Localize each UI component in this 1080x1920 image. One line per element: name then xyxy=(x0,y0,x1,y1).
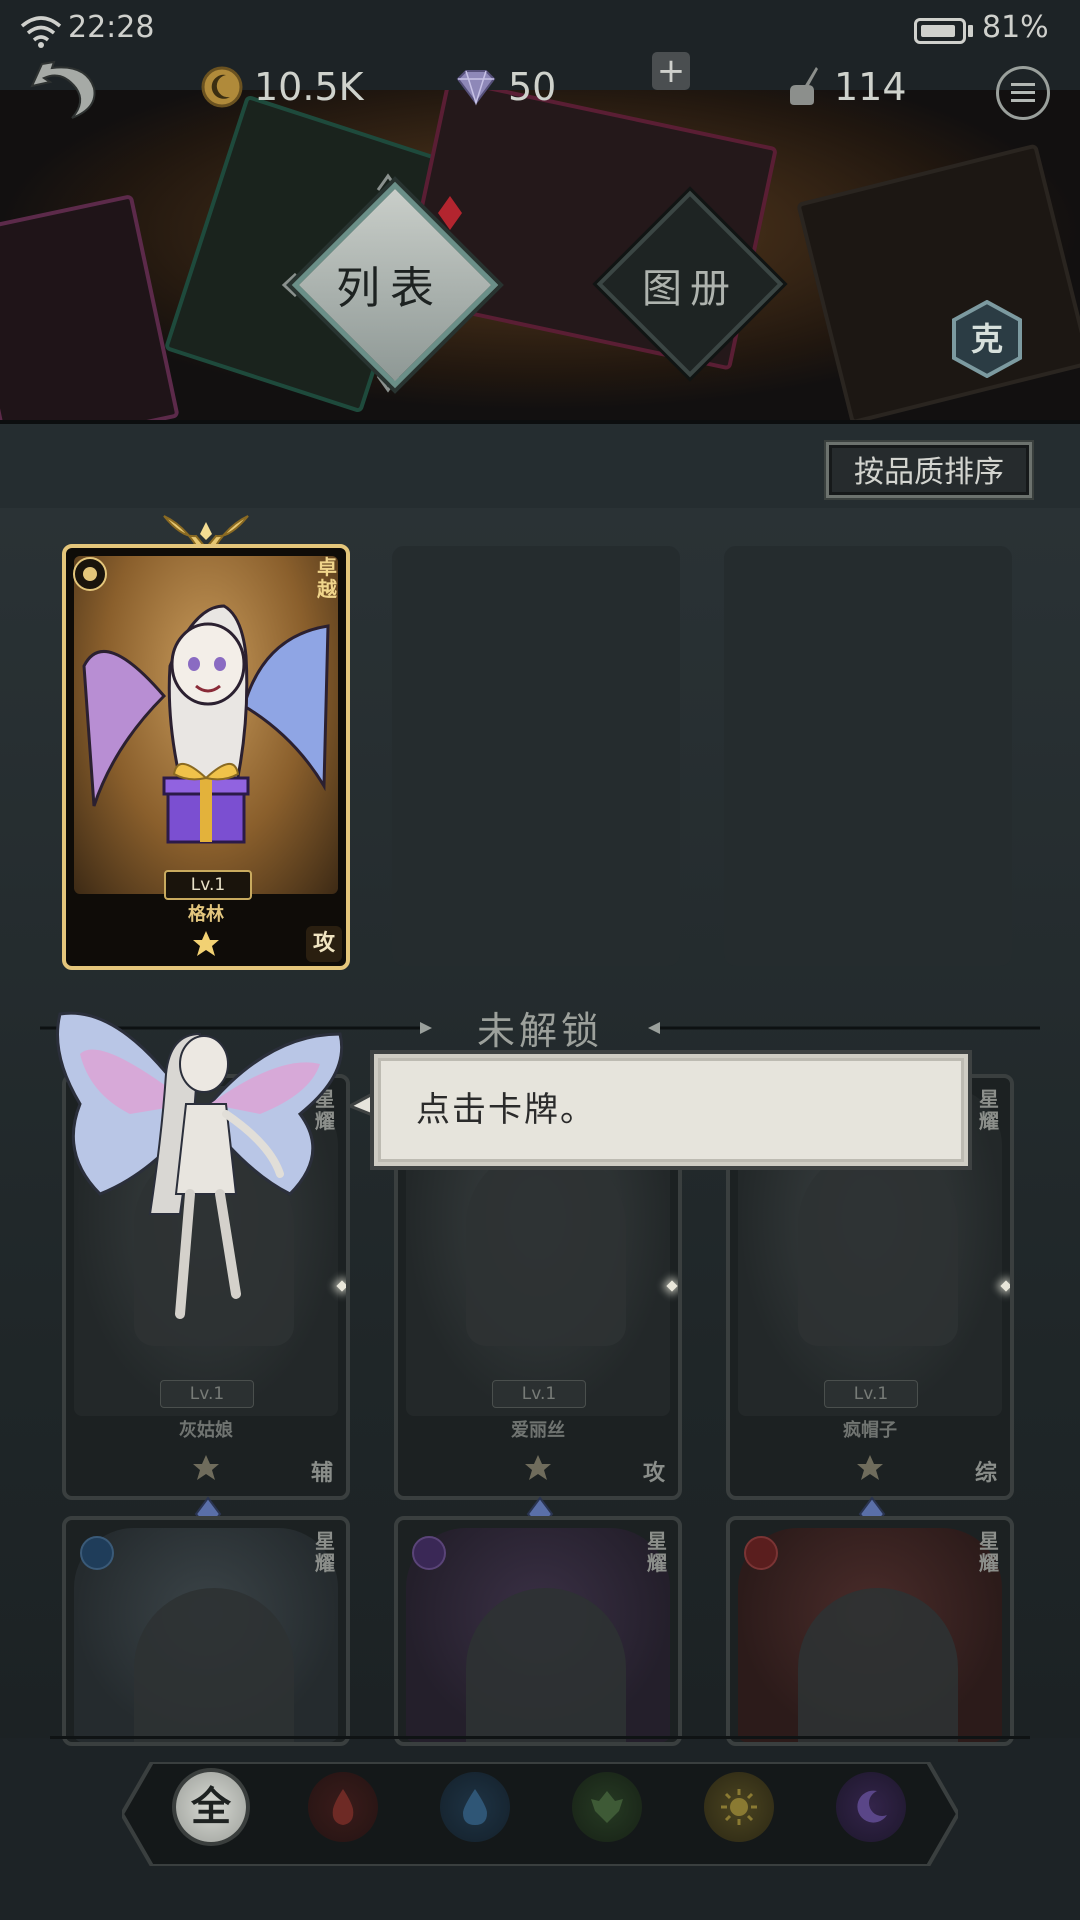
card-name: 疯帽子 xyxy=(843,1420,897,1441)
locked-card[interactable]: 星耀 xyxy=(726,1516,1014,1746)
rarity-badge: 星耀 xyxy=(979,1087,999,1133)
rarity-badge: 卓越 xyxy=(317,555,337,601)
dark-element-icon xyxy=(412,1536,446,1570)
plus-icon: + xyxy=(656,51,686,91)
sparkle-icon xyxy=(1000,1280,1010,1292)
gold-amount: 10.5K xyxy=(254,65,364,109)
ink-bottle-icon xyxy=(790,67,818,105)
card-level: Lv.1 xyxy=(492,1380,586,1408)
diamond-gem-icon xyxy=(456,70,496,106)
battery-percent: 81% xyxy=(982,10,1049,45)
filter-fire-button[interactable] xyxy=(308,1772,378,1842)
gem-counter: 50 xyxy=(454,60,556,114)
add-gems-button[interactable]: + xyxy=(652,52,690,90)
empty-card-slot xyxy=(724,546,1012,966)
status-bar: 22:28 81% xyxy=(0,0,1080,60)
rarity-badge: 星耀 xyxy=(979,1529,999,1575)
card-level: Lv.1 xyxy=(160,1380,254,1408)
card-level: Lv.1 xyxy=(164,870,252,900)
menu-icon xyxy=(1011,83,1035,86)
sun-icon xyxy=(721,1789,757,1825)
counter-chart-button[interactable]: 克 xyxy=(948,300,1026,378)
sort-by-quality-button[interactable]: 按品质排序 xyxy=(826,442,1032,498)
star-icon xyxy=(857,1455,883,1480)
role-badge: 辅 xyxy=(310,1461,333,1486)
star-icon xyxy=(525,1455,551,1480)
wifi-icon xyxy=(20,16,62,48)
character-card-grin[interactable]: 卓越 Lv.1 格林 攻 xyxy=(62,544,350,970)
fire-icon xyxy=(332,1789,354,1825)
filter-water-button[interactable] xyxy=(440,1772,510,1842)
menu-button[interactable] xyxy=(996,66,1050,120)
element-filter-bar xyxy=(122,1762,958,1866)
water-element-icon xyxy=(80,1536,114,1570)
bottom-divider xyxy=(50,1736,1030,1739)
role-badge: 攻 xyxy=(306,926,342,962)
role-badge: 攻 xyxy=(642,1461,665,1486)
battery-icon xyxy=(914,18,966,44)
locked-section-title: 未解锁 xyxy=(476,1009,603,1053)
water-drop-icon xyxy=(463,1789,487,1825)
card-name: 灰姑娘 xyxy=(179,1420,233,1441)
star-icon xyxy=(193,1455,219,1480)
filter-dark-button[interactable] xyxy=(836,1772,906,1842)
gold-counter: 10.5K xyxy=(200,60,364,114)
moon-coin-icon xyxy=(201,66,243,108)
back-button[interactable] xyxy=(28,58,100,124)
star-icon xyxy=(193,931,219,956)
tutorial-tooltip-text: 点击卡牌。 xyxy=(416,1090,596,1130)
filter-all-button[interactable]: 全 xyxy=(176,1772,246,1842)
counter-chart-label: 克 xyxy=(971,320,1003,358)
card-level: Lv.1 xyxy=(824,1380,918,1408)
gem-amount: 50 xyxy=(508,65,557,109)
filter-light-button[interactable] xyxy=(704,1772,774,1842)
filter-wood-button[interactable] xyxy=(572,1772,642,1842)
card-art-grin xyxy=(74,556,338,894)
tab-album-label[interactable]: 图册 xyxy=(600,256,780,314)
rarity-badge: 星耀 xyxy=(647,1529,667,1575)
tab-list-label[interactable]: 列表 xyxy=(300,252,480,316)
rarity-badge: 星耀 xyxy=(315,1529,335,1575)
section-divider-right xyxy=(648,1022,1040,1034)
empty-card-slot xyxy=(392,546,680,966)
fire-element-icon xyxy=(744,1536,778,1570)
notification-badge-icon xyxy=(438,196,462,230)
ink-amount: 114 xyxy=(834,65,907,109)
status-time: 22:28 xyxy=(68,10,155,45)
sun-element-icon xyxy=(73,557,107,591)
locked-card[interactable]: 星耀 xyxy=(394,1516,682,1746)
ink-counter: 114 xyxy=(780,60,907,114)
card-name: 爱丽丝 xyxy=(511,1420,565,1441)
gift-icon xyxy=(162,763,250,844)
fairy-guide xyxy=(56,1011,344,1319)
leaf-icon xyxy=(591,1791,623,1823)
card-name: 格林 xyxy=(188,904,224,925)
role-badge: 综 xyxy=(974,1461,997,1486)
crescent-moon-icon xyxy=(857,1790,887,1823)
filter-all-label: 全 xyxy=(191,1784,231,1830)
locked-card[interactable]: 星耀 xyxy=(62,1516,350,1746)
header-background xyxy=(0,90,1080,425)
